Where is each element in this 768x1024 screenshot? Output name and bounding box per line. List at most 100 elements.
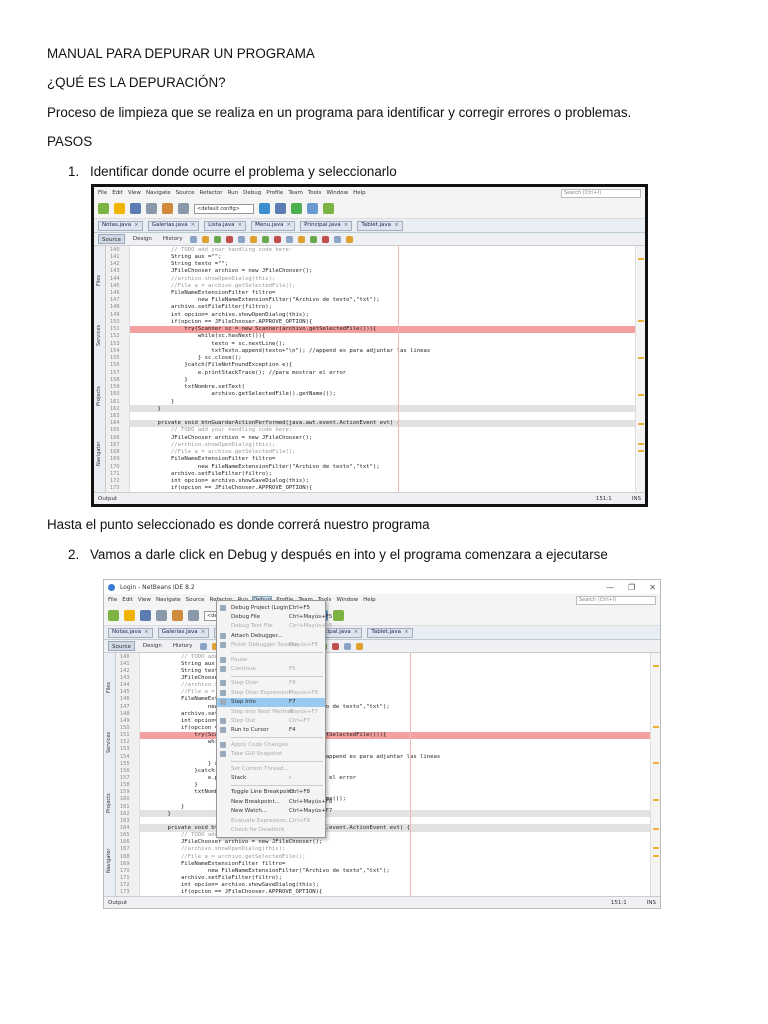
code-line[interactable]: new FileNameExtensionFilter("Archivo de … <box>130 463 635 470</box>
code-line[interactable]: txtTexto.append(texto+"\n"); //append es… <box>130 347 635 354</box>
side-panel-services[interactable]: Services <box>96 325 102 346</box>
vertical-scrollbar[interactable] <box>635 246 645 492</box>
editor-tool-icon[interactable] <box>332 642 340 650</box>
profile-icon[interactable] <box>333 610 344 621</box>
file-tab[interactable]: Galerias.java × <box>147 220 200 231</box>
menu-item-run-to-cursor[interactable]: Run to Cursor F4 <box>217 726 325 735</box>
build-icon[interactable] <box>259 203 270 214</box>
close-tab-icon[interactable]: × <box>344 221 349 230</box>
vertical-scrollbar[interactable] <box>650 653 660 896</box>
menu-item-toggle-line-breakpoint[interactable]: Toggle Line Breakpoint Ctrl+F8 <box>217 788 325 797</box>
search-input[interactable]: Search (Ctrl+I) <box>561 188 641 198</box>
menu-item-step-over-expression[interactable]: Step Over Expression Mayús+F8 <box>217 688 325 697</box>
editor-tab-history[interactable]: History <box>170 641 196 651</box>
file-tab[interactable]: Notas.java × <box>108 627 153 638</box>
menu-item-step-into-next-method[interactable]: Step Into Next Method Mayús+F7 <box>217 707 325 716</box>
menu-item-evaluate-expression[interactable]: Evaluate Expression... Ctrl+F9 <box>217 816 325 825</box>
code-line[interactable]: if(opcion == JFileChooser.APPROVE_OPTION… <box>140 889 650 896</box>
editor-tool-icon[interactable] <box>262 235 270 243</box>
search-input[interactable]: Search (Ctrl+I) <box>576 595 656 605</box>
redo-icon[interactable] <box>178 203 189 214</box>
editor-tab-source[interactable]: Source <box>98 234 125 244</box>
code-line[interactable] <box>130 412 635 419</box>
code-line[interactable]: int opcion= archivo.showSaveDialog(this)… <box>130 478 635 485</box>
menu-file[interactable]: File <box>98 190 107 196</box>
code-line[interactable]: int opcion= archivo.showSaveDialog(this)… <box>140 882 650 889</box>
file-tab[interactable]: Galerias.java × <box>157 627 210 638</box>
close-icon[interactable] <box>156 610 167 621</box>
menu-navigate[interactable]: Navigate <box>146 190 171 196</box>
code-line[interactable]: new FileNameExtensionFilter("Archivo de … <box>140 867 650 874</box>
minimize-icon[interactable]: — <box>606 583 614 592</box>
editor-tab-source[interactable]: Source <box>108 641 135 651</box>
menu-edit[interactable]: Edit <box>112 190 123 196</box>
code-line[interactable]: archivo.setFileFilter(filtro); <box>130 470 635 477</box>
close-tab-icon[interactable]: × <box>286 221 291 230</box>
close-tab-icon[interactable]: × <box>201 628 206 637</box>
code-line[interactable]: e.printStackTrace(); //para mostrar el e… <box>130 369 635 376</box>
menu-navigate[interactable]: Navigate <box>156 597 181 603</box>
redo-icon[interactable] <box>188 610 199 621</box>
debug-icon[interactable] <box>307 203 318 214</box>
menu-item-take-gui-snapshot[interactable]: Take GUI Snapshot <box>217 749 325 758</box>
menu-tools[interactable]: Tools <box>308 190 322 196</box>
code-line[interactable]: } <box>130 405 635 413</box>
code-line[interactable]: //archivo.showOpenDialog(this); <box>130 441 635 448</box>
menu-run[interactable]: Run <box>228 190 239 196</box>
code-line[interactable]: if(opcion == JFileChooser.APPROVE_OPTION… <box>130 485 635 492</box>
menu-item-stack[interactable]: Stack › <box>217 773 325 782</box>
close-icon[interactable] <box>146 203 157 214</box>
menu-window[interactable]: Window <box>336 597 358 603</box>
menu-source[interactable]: Source <box>186 597 205 603</box>
menu-item-new-watch[interactable]: New Watch... Ctrl+Mayús+F7 <box>217 806 332 815</box>
code-line[interactable]: //archivo.showOpenDialog(this); <box>140 846 650 853</box>
profile-icon[interactable] <box>323 203 334 214</box>
file-tab[interactable]: Principal.java × <box>300 220 353 231</box>
file-tab[interactable]: Menu.java× <box>251 220 296 231</box>
editor-tool-icon[interactable] <box>250 235 258 243</box>
file-tab[interactable]: Tablet.java × <box>367 627 413 638</box>
side-panel-navigator[interactable]: Navigator <box>106 849 112 873</box>
output-tab[interactable]: Output <box>108 900 127 906</box>
menu-debug[interactable]: Debug <box>243 190 261 196</box>
code-line[interactable]: while(sc.hasNext()){ <box>130 333 635 340</box>
menu-help[interactable]: Help <box>353 190 366 196</box>
menu-source[interactable]: Source <box>176 190 195 196</box>
menu-edit[interactable]: Edit <box>122 597 133 603</box>
editor-tab-design[interactable]: Design <box>130 234 155 244</box>
menu-help[interactable]: Help <box>363 597 376 603</box>
menu-view[interactable]: View <box>128 190 141 196</box>
editor-tool-icon[interactable] <box>200 642 208 650</box>
side-panel-navigator[interactable]: Navigator <box>96 442 102 466</box>
editor-tool-icon[interactable] <box>226 235 234 243</box>
menu-item-step-out[interactable]: Step Out Ctrl+F7 <box>217 716 325 725</box>
code-line[interactable]: }catch(FileNotFoundException e){ <box>130 362 635 369</box>
new-project-icon[interactable] <box>108 610 119 621</box>
side-panel-files[interactable]: Files <box>96 275 102 286</box>
code-line[interactable]: // TODO add your handling code here: <box>130 427 635 434</box>
code-line[interactable]: //File a = archivo.getSelectedFile(); <box>140 853 650 860</box>
side-panel-projects[interactable]: Projects <box>96 386 102 406</box>
code-line[interactable]: } <box>130 376 635 383</box>
file-tab[interactable]: Notas.java × <box>98 220 143 231</box>
close-tab-icon[interactable]: × <box>404 628 409 637</box>
editor-tool-icon[interactable] <box>190 235 198 243</box>
breakpoint-line[interactable]: try(Scanner sc = new Scanner(archivo.get… <box>130 325 635 333</box>
menu-item-step-into[interactable]: Step Into F7 <box>217 697 325 707</box>
close-tab-icon[interactable]: × <box>134 221 139 230</box>
clean-build-icon[interactable] <box>275 203 286 214</box>
code-line[interactable]: new FileNameExtensionFilter("Archivo de … <box>130 297 635 304</box>
editor-tool-icon[interactable] <box>238 235 246 243</box>
editor-tool-icon[interactable] <box>346 235 354 243</box>
undo-icon[interactable] <box>162 203 173 214</box>
output-tab[interactable]: Output <box>98 496 117 502</box>
menu-item-apply-code-changes[interactable]: Apply Code Changes <box>217 740 325 749</box>
code-line[interactable]: JFileChooser archivo = new JFileChooser(… <box>140 839 650 846</box>
editor-tool-icon[interactable] <box>274 235 282 243</box>
close-tab-icon[interactable]: × <box>144 628 149 637</box>
close-tab-icon[interactable]: × <box>354 628 359 637</box>
code-line[interactable]: //archivo.showOpenDialog(this); <box>130 275 635 282</box>
restore-icon[interactable]: ❐ <box>628 583 635 592</box>
menu-refactor[interactable]: Refactor <box>200 190 223 196</box>
menu-item-attach-debugger[interactable]: Attach Debugger... <box>217 631 325 640</box>
